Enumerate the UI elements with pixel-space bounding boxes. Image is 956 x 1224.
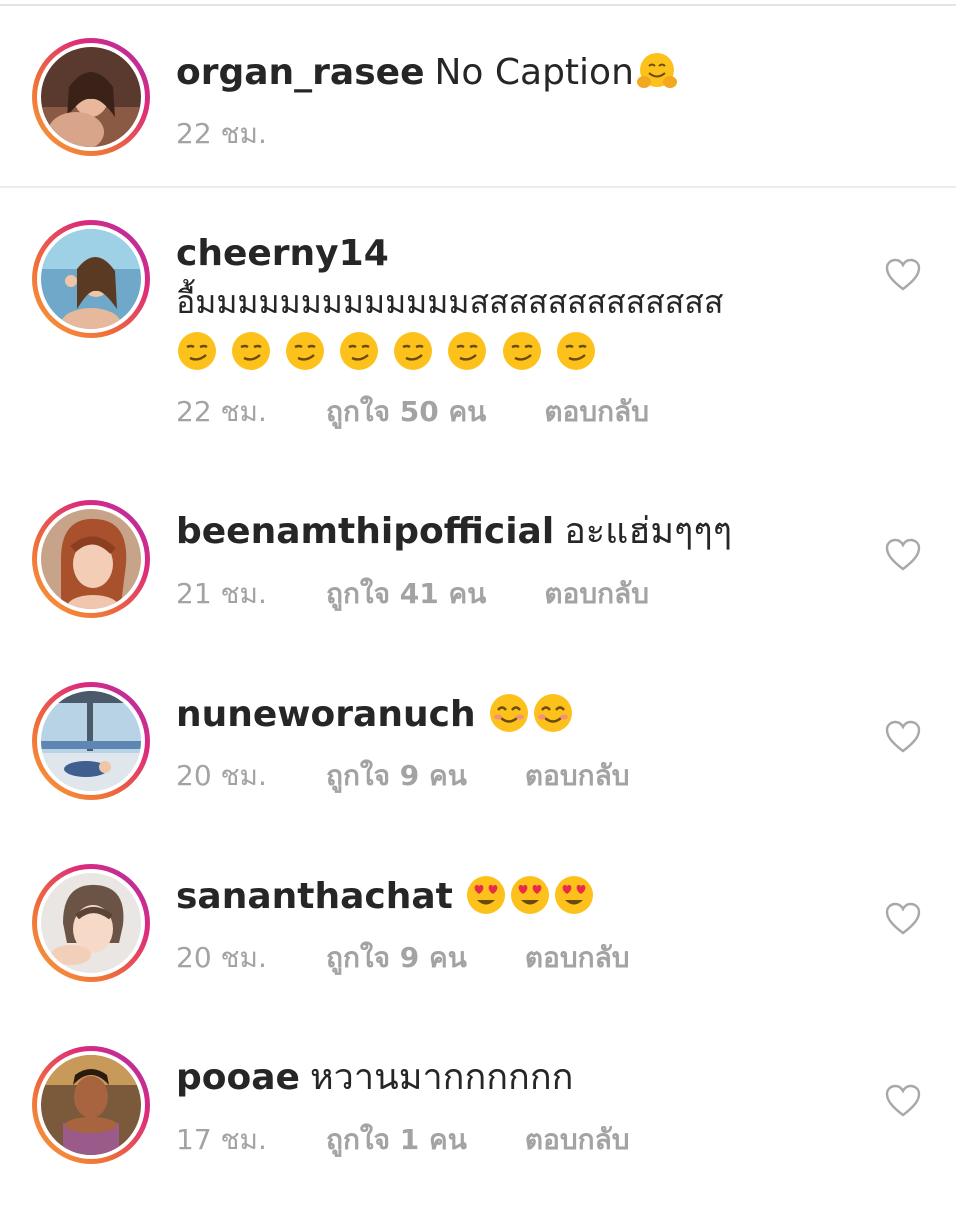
- heart-icon[interactable]: [885, 902, 921, 936]
- likes-count[interactable]: ถูกใจ 1 คน: [326, 1122, 467, 1158]
- heart-eyes-face-icon: [509, 874, 551, 916]
- comment-text: อื้มมมมมมมมมมมมมสสสสสสสสสสสสส: [176, 283, 724, 321]
- smirk-face-icon: [555, 330, 597, 372]
- comment-text: หวานมากกกกกก: [309, 1057, 574, 1098]
- reply-button[interactable]: ตอบกลับ: [544, 576, 649, 612]
- smirk-face-icon: [392, 330, 434, 372]
- post-caption: organ_rasee No Caption 22 ชม.: [0, 8, 956, 188]
- username[interactable]: sananthachat: [176, 876, 453, 917]
- hugging-face-icon: [636, 50, 678, 92]
- heart-eyes-face-icon: [553, 874, 595, 916]
- smirk-face-icon: [501, 330, 543, 372]
- username[interactable]: pooae: [176, 1057, 300, 1098]
- username[interactable]: beenamthipofficial: [176, 511, 554, 552]
- heart-eyes-face-icon: [465, 874, 507, 916]
- smirk-face-icon: [338, 330, 380, 372]
- username[interactable]: organ_rasee: [176, 52, 424, 93]
- likes-count[interactable]: ถูกใจ 9 คน: [326, 940, 467, 976]
- smiling-face-icon: [532, 692, 574, 734]
- avatar[interactable]: [32, 220, 150, 338]
- smirk-face-icon: [284, 330, 326, 372]
- comment-time: 22 ชม.: [176, 395, 267, 428]
- reply-button[interactable]: ตอบกลับ: [525, 940, 630, 976]
- comment-time: 21 ชม.: [176, 577, 267, 610]
- comment-text: อะแฮ่มๆๆๆ: [564, 511, 733, 552]
- comment-time: 22 ชม.: [176, 117, 267, 150]
- avatar[interactable]: [32, 682, 150, 800]
- smirk-face-icon: [230, 330, 272, 372]
- top-divider: [0, 4, 956, 6]
- heart-icon[interactable]: [885, 1084, 921, 1118]
- smirk-face-icon: [446, 330, 488, 372]
- comment-time: 20 ชม.: [176, 759, 267, 792]
- likes-count[interactable]: ถูกใจ 9 คน: [326, 758, 467, 794]
- smirk-face-icon: [176, 330, 218, 372]
- comment-time: 17 ชม.: [176, 1123, 267, 1156]
- emoji-row: [176, 330, 604, 376]
- avatar[interactable]: [32, 38, 150, 156]
- comment-time: 20 ชม.: [176, 941, 267, 974]
- avatar[interactable]: [32, 864, 150, 982]
- likes-count[interactable]: ถูกใจ 50 คน: [326, 394, 486, 430]
- avatar[interactable]: [32, 500, 150, 618]
- username[interactable]: nuneworanuch: [176, 694, 476, 735]
- reply-button[interactable]: ตอบกลับ: [525, 758, 630, 794]
- heart-icon[interactable]: [885, 258, 921, 292]
- username[interactable]: cheerny14: [176, 233, 389, 274]
- smiling-face-icon: [488, 692, 530, 734]
- reply-button[interactable]: ตอบกลับ: [525, 1122, 630, 1158]
- caption-text: No Caption: [434, 52, 634, 93]
- heart-icon[interactable]: [885, 538, 921, 572]
- likes-count[interactable]: ถูกใจ 41 คน: [326, 576, 486, 612]
- heart-icon[interactable]: [885, 720, 921, 754]
- avatar[interactable]: [32, 1046, 150, 1164]
- reply-button[interactable]: ตอบกลับ: [544, 394, 649, 430]
